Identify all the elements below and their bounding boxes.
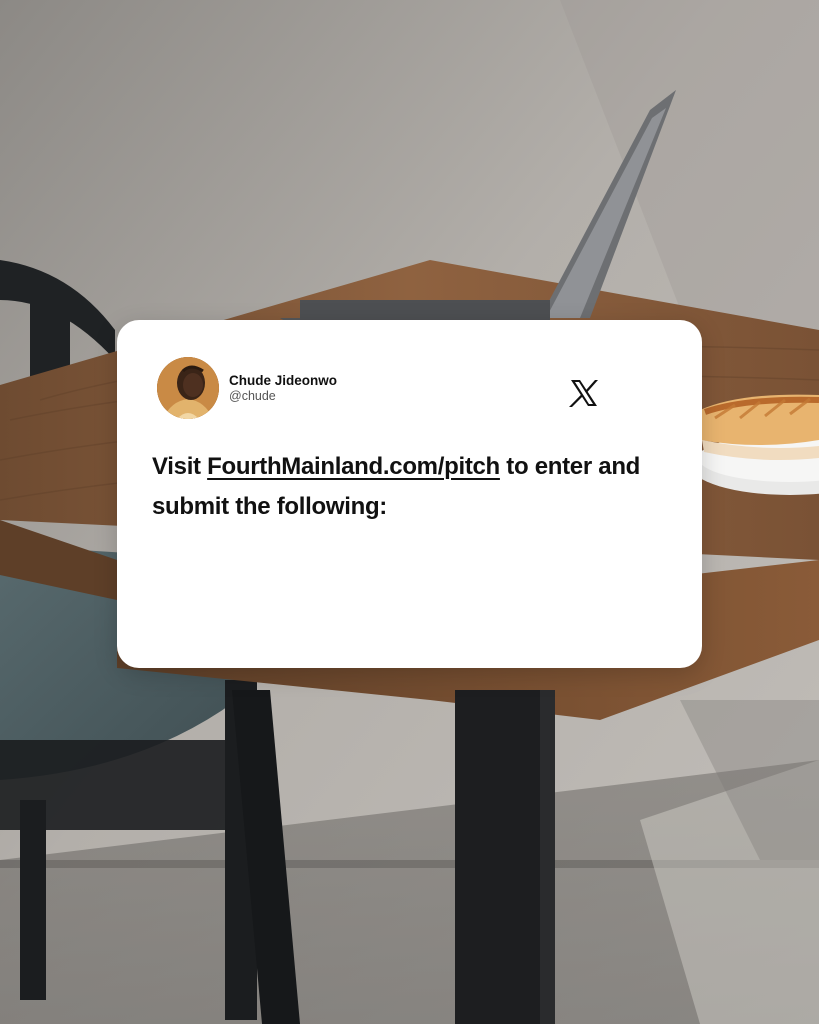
tweet-text: Visit FourthMainland.com/pitch to enter … (152, 447, 672, 527)
avatar[interactable] (157, 357, 219, 419)
tweet-text-before: Visit (152, 453, 208, 480)
x-logo-icon[interactable] (569, 378, 599, 408)
author-name[interactable]: Chude Jideonwo (229, 373, 337, 389)
author-handle[interactable]: @chude (229, 389, 337, 403)
avatar-photo (157, 357, 219, 419)
author-info[interactable]: Chude Jideonwo @chude (229, 373, 337, 403)
pitch-link[interactable]: FourthMainland.com/pitch (207, 453, 500, 480)
tweet-card: Chude Jideonwo @chude Visit FourthMainla… (117, 320, 702, 668)
